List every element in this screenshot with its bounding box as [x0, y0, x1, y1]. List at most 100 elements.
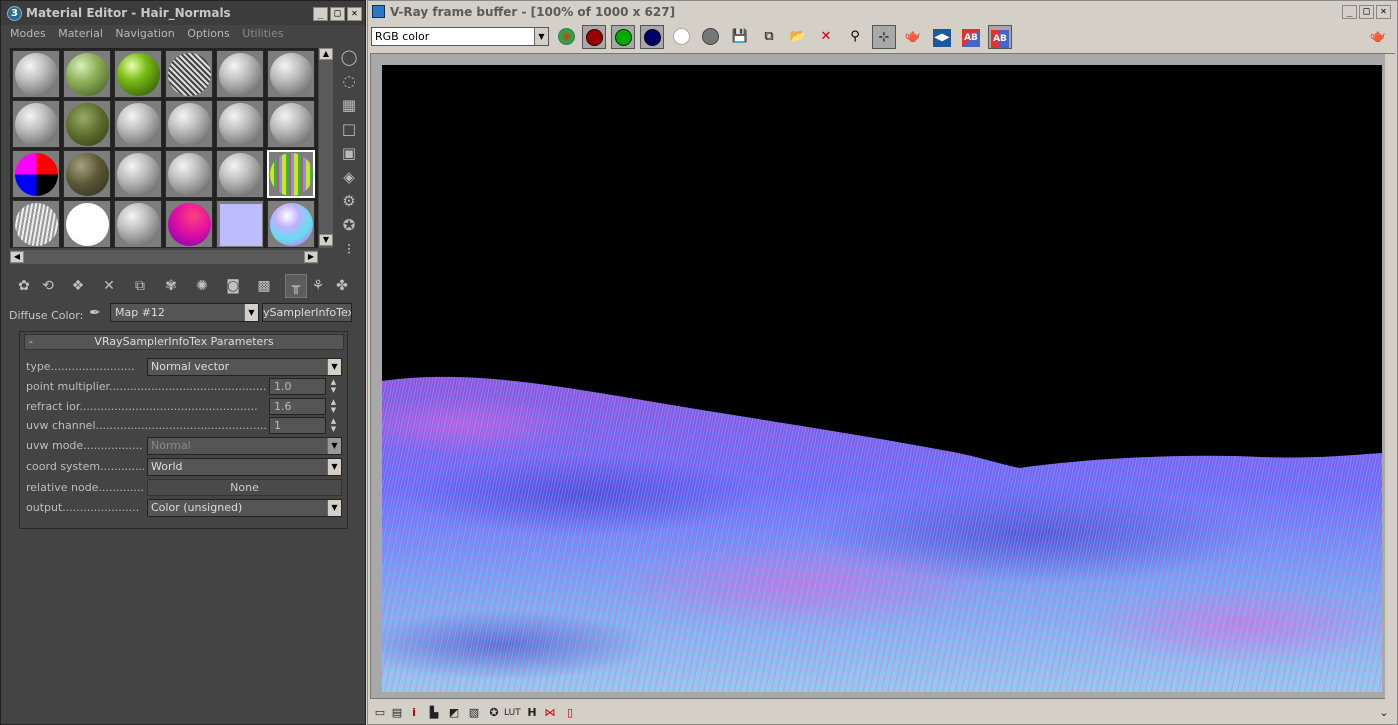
mono-mode-icon[interactable]	[698, 25, 722, 49]
sample-type-icon[interactable]: ◯	[339, 47, 359, 67]
sample-slot-selected[interactable]	[267, 150, 315, 198]
minimize-button[interactable]: _	[313, 7, 328, 21]
menu-utilities[interactable]: Utilities	[242, 25, 283, 43]
stamp-icon[interactable]: ⋈	[542, 705, 558, 721]
render-viewport[interactable]	[370, 53, 1395, 700]
sample-slot[interactable]	[165, 200, 213, 248]
channel-select[interactable]: RGB color ▼	[371, 27, 549, 46]
render-last-icon[interactable]: 🫖	[901, 25, 925, 49]
sample-slot[interactable]	[216, 100, 264, 148]
spinner-arrows-icon[interactable]: ▲ ▼	[328, 378, 339, 395]
select-by-material-icon[interactable]: ✪	[339, 215, 359, 235]
menu-navigation[interactable]: Navigation	[115, 25, 174, 43]
assign-material-icon[interactable]: ❖	[67, 274, 89, 298]
uvw-mode-dropdown[interactable]: Normal ▼	[147, 437, 342, 455]
uvw-channel-input[interactable]: 1	[269, 417, 326, 434]
close-button[interactable]: ✕	[347, 7, 362, 21]
get-material-icon[interactable]: ✿	[13, 274, 35, 298]
lens-effects-icon[interactable]: ◀▶	[930, 25, 954, 49]
maximize-button[interactable]: □	[1359, 5, 1374, 19]
sample-slot[interactable]	[12, 100, 60, 148]
put-to-scene-icon[interactable]: ⟲	[37, 274, 59, 298]
refract-ior-input[interactable]: 1.6	[269, 398, 326, 415]
scroll-up-icon[interactable]: ▲	[319, 48, 333, 60]
make-preview-icon[interactable]: ◈	[339, 167, 359, 187]
sample-slot[interactable]	[63, 50, 111, 98]
slots-vertical-scrollbar[interactable]: ▲ ▼	[319, 48, 333, 248]
green-channel-icon[interactable]	[611, 25, 635, 49]
relative-node-button[interactable]: None	[147, 479, 342, 496]
save-all-channels-icon[interactable]: ⧉	[757, 25, 781, 49]
sample-uv-tiling-icon[interactable]: □	[339, 119, 359, 139]
sample-slot[interactable]	[12, 50, 60, 98]
sample-slot[interactable]	[267, 200, 315, 248]
backlight-icon[interactable]: ◌	[339, 71, 359, 91]
region-render-icon[interactable]: ⊹	[872, 25, 896, 49]
close-button[interactable]: ✕	[1376, 5, 1391, 19]
show-end-result-icon[interactable]: ╥	[285, 274, 307, 298]
coord-system-dropdown[interactable]: World ▼	[147, 458, 342, 476]
go-forward-to-sibling-icon[interactable]: ✤	[331, 274, 353, 298]
sample-slot[interactable]	[114, 50, 162, 98]
scroll-down-icon[interactable]: ▼	[319, 234, 333, 246]
show-shaded-material-icon[interactable]: ▩	[253, 274, 275, 298]
map-name-dropdown[interactable]: Map #12 ▼	[110, 303, 259, 322]
menu-options[interactable]: Options	[187, 25, 229, 43]
blue-channel-icon[interactable]	[640, 25, 664, 49]
sample-slot[interactable]	[165, 50, 213, 98]
show-history-icon[interactable]: ▭	[372, 705, 388, 721]
sample-slot[interactable]	[63, 100, 111, 148]
vfb-titlebar[interactable]: V-Ray frame buffer - [100% of 1000 x 627…	[368, 1, 1397, 22]
maximize-button[interactable]: □	[330, 7, 345, 21]
track-mouse-icon[interactable]: ⚲	[843, 25, 867, 49]
put-to-library-icon[interactable]: ✺	[191, 274, 213, 298]
clear-image-icon[interactable]: ✕	[814, 25, 838, 49]
sample-slot[interactable]	[12, 150, 60, 198]
sample-slot[interactable]	[114, 150, 162, 198]
curves-icon[interactable]: ◩	[446, 705, 462, 721]
alpha-channel-icon[interactable]	[669, 25, 693, 49]
eyedropper-icon[interactable]: ✒	[85, 303, 105, 323]
sample-slot[interactable]	[216, 150, 264, 198]
teapot-render-icon[interactable]: 🫖	[1366, 25, 1390, 49]
exposure-icon[interactable]: ▧	[466, 705, 482, 721]
video-color-check-icon[interactable]: ▣	[339, 143, 359, 163]
pixel-aspect-icon[interactable]: H	[524, 705, 540, 721]
reset-map-icon[interactable]: ✕	[98, 274, 120, 298]
ab-horizontal-icon[interactable]: AB	[988, 25, 1012, 49]
menu-material[interactable]: Material	[58, 25, 103, 43]
sample-slot[interactable]	[216, 200, 264, 248]
save-image-icon[interactable]: 💾	[728, 25, 752, 49]
ab-compare-icon[interactable]: AB	[959, 25, 983, 49]
scroll-right-icon[interactable]: ▶	[304, 251, 318, 263]
color-corrections-icon[interactable]: ▤	[389, 705, 405, 721]
point-multiplier-input[interactable]: 1.0	[269, 378, 326, 395]
spinner-arrows-icon[interactable]: ▲ ▼	[328, 398, 339, 415]
sample-slot[interactable]	[267, 50, 315, 98]
rgb-channels-icon[interactable]	[554, 25, 578, 49]
background-icon[interactable]: ▦	[339, 95, 359, 115]
output-dropdown[interactable]: Color (unsigned) ▼	[147, 499, 342, 517]
material-editor-titlebar[interactable]: 3 Material Editor - Hair_Normals _ □ ✕	[1, 1, 365, 25]
slots-horizontal-scrollbar[interactable]: ◀ ▶	[10, 250, 318, 264]
sample-slot[interactable]	[63, 150, 111, 198]
sample-slot[interactable]	[267, 100, 315, 148]
type-dropdown[interactable]: Normal vector ▼	[147, 358, 342, 376]
red-channel-icon[interactable]	[582, 25, 606, 49]
sample-slot[interactable]	[114, 200, 162, 248]
sample-slot[interactable]	[165, 150, 213, 198]
sample-slot[interactable]	[165, 100, 213, 148]
lut-icon[interactable]: LUT	[504, 705, 521, 721]
levels-icon[interactable]: ▙	[426, 705, 442, 721]
make-copy-icon[interactable]: ⧉	[129, 274, 151, 298]
options-icon[interactable]: ⚙	[339, 191, 359, 211]
map-type-button[interactable]: ySamplerInfoTex	[262, 303, 352, 322]
menu-modes[interactable]: Modes	[10, 25, 46, 43]
load-image-icon[interactable]: 📂	[786, 25, 810, 49]
minimize-button[interactable]: _	[1342, 5, 1357, 19]
make-unique-icon[interactable]: ✾	[160, 274, 182, 298]
material-map-navigator-icon[interactable]: ⁝	[339, 239, 359, 259]
sample-slot[interactable]	[63, 200, 111, 248]
go-to-parent-icon[interactable]: ⚘	[307, 274, 329, 298]
rollout-header[interactable]: - VRaySamplerInfoTex Parameters	[24, 334, 344, 350]
